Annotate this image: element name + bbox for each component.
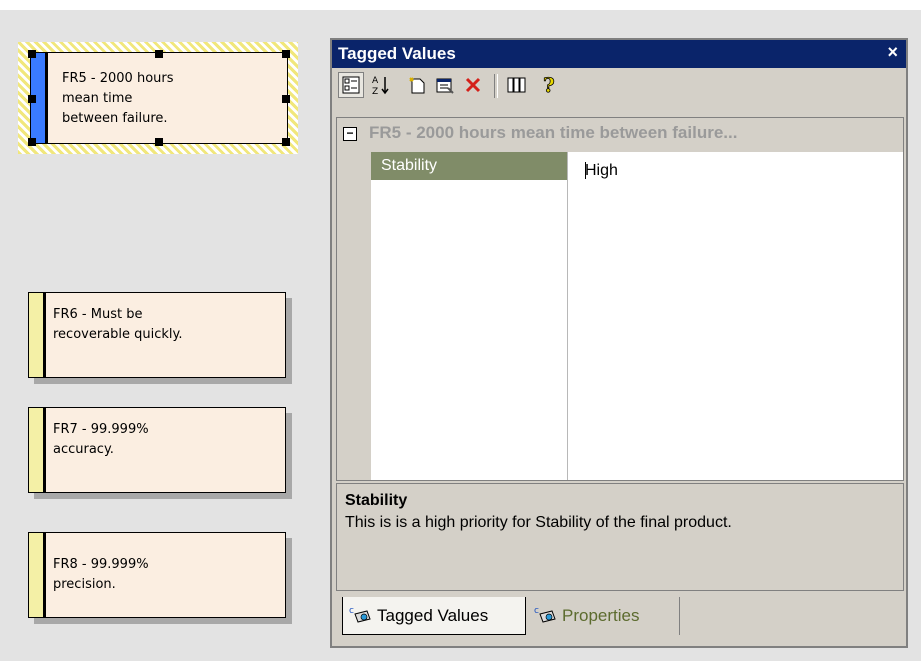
requirement-fr7[interactable]: FR7 - 99.999% accuracy. <box>28 407 286 493</box>
requirement-stripe <box>29 293 46 377</box>
svg-text:?: ? <box>543 74 555 96</box>
requirement-fr8-text: FR8 - 99.999% precision. <box>53 557 149 592</box>
tagged-values-window: Tagged Values × A Z ? − FR5 - 2000 hours… <box>330 38 908 648</box>
tab-element-icon: c <box>349 606 371 623</box>
requirement-fr6[interactable]: FR6 - Must be recoverable quickly. <box>28 292 286 378</box>
resize-handle-sw[interactable] <box>28 138 36 146</box>
new-tag-icon[interactable] <box>404 72 430 98</box>
help-icon[interactable]: ? <box>536 72 562 98</box>
resize-handle-n[interactable] <box>155 50 163 58</box>
svg-text:Z: Z <box>372 87 378 96</box>
property-name[interactable]: Stability <box>371 152 567 180</box>
close-icon[interactable]: × <box>887 42 898 63</box>
delete-icon[interactable] <box>460 72 486 98</box>
tab-element-icon: c <box>534 606 556 623</box>
requirement-stripe <box>29 408 46 492</box>
text-caret <box>585 162 586 179</box>
tab-strip: c Tagged Values c Properties <box>336 593 904 637</box>
property-name-label: Stability <box>381 157 438 174</box>
sort-alpha-icon[interactable]: A Z <box>368 72 394 98</box>
group-row[interactable]: − FR5 - 2000 hours mean time between fai… <box>337 118 903 152</box>
columns-icon[interactable] <box>504 72 530 98</box>
resize-handle-s[interactable] <box>155 138 163 146</box>
tab-tagged-values[interactable]: c Tagged Values <box>342 597 526 635</box>
requirement-fr6-text: FR6 - Must be recoverable quickly. <box>53 307 183 342</box>
resize-handle-e[interactable] <box>282 95 290 103</box>
toolbar-separator <box>494 74 498 98</box>
svg-text:A: A <box>372 76 379 86</box>
resize-handle-nw[interactable] <box>28 50 36 58</box>
tab-label: Tagged Values <box>377 605 489 625</box>
resize-handle-se[interactable] <box>282 138 290 146</box>
svg-text:c: c <box>349 606 354 616</box>
description-title: Stability <box>345 492 408 509</box>
toolbar: A Z ? <box>334 70 894 102</box>
grid-margin <box>337 152 371 480</box>
resize-handle-w[interactable] <box>28 95 36 103</box>
requirement-stripe <box>29 533 46 617</box>
collapse-icon[interactable]: − <box>343 127 357 141</box>
window-title: Tagged Values <box>338 44 456 63</box>
property-value-input[interactable]: High <box>569 152 903 180</box>
requirement-fr5[interactable]: FR5 - 2000 hours mean time between failu… <box>30 52 288 144</box>
property-row-stability[interactable]: Stability High <box>371 152 903 180</box>
group-label: FR5 - 2000 hours mean time between failu… <box>369 123 738 142</box>
tab-label: Properties <box>562 606 640 625</box>
column-divider[interactable] <box>567 152 568 480</box>
properties-icon[interactable] <box>432 72 458 98</box>
categorized-icon[interactable] <box>338 72 364 98</box>
requirement-fr7-text: FR7 - 99.999% accuracy. <box>53 422 149 457</box>
requirement-fr8[interactable]: FR8 - 99.999% precision. <box>28 532 286 618</box>
description-pane: Stability This is is a high priority for… <box>336 483 904 591</box>
requirement-fr5-text: FR5 - 2000 hours mean time between failu… <box>62 71 174 126</box>
title-bar[interactable]: Tagged Values × <box>332 40 906 68</box>
property-value-text: High <box>585 162 618 179</box>
tab-properties[interactable]: c Properties <box>528 597 680 635</box>
resize-handle-ne[interactable] <box>282 50 290 58</box>
svg-text:c: c <box>534 606 539 616</box>
property-grid: − FR5 - 2000 hours mean time between fai… <box>336 117 904 481</box>
description-text: This is is a high priority for Stability… <box>345 514 732 531</box>
